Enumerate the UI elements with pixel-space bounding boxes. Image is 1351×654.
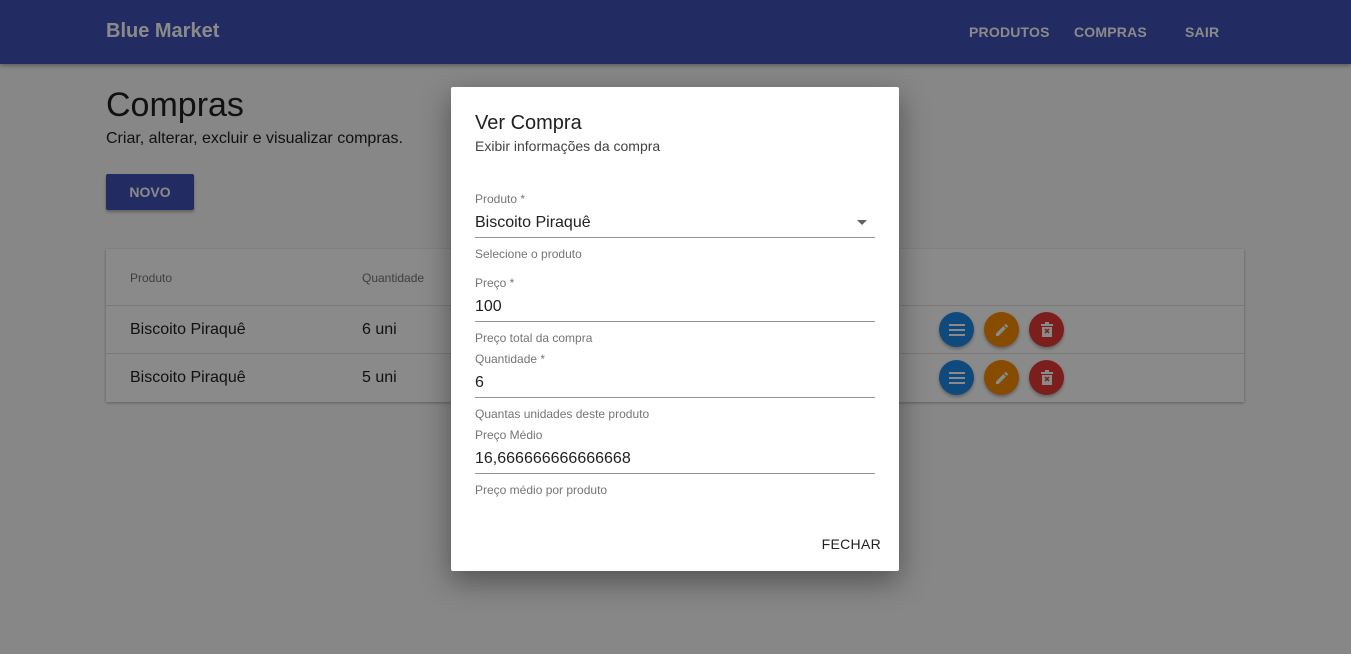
chevron-down-icon[interactable] [857, 220, 867, 225]
produto-label: Produto * [475, 192, 526, 206]
preco-field[interactable]: 100 [475, 298, 875, 316]
preco-medio-label: Preço Médio [475, 428, 543, 442]
dialog-subtitle: Exibir informações da compra [475, 138, 661, 154]
view-purchase-dialog: Ver Compra Exibir informações da compra … [451, 87, 899, 571]
preco-help: Preço total da compra [475, 331, 593, 345]
dialog-title: Ver Compra [475, 112, 582, 134]
produto-help: Selecione o produto [475, 247, 582, 261]
preco-medio-underline [475, 473, 875, 474]
quantidade-field[interactable]: 6 [475, 374, 875, 392]
produto-underline [475, 237, 875, 238]
quantidade-help: Quantas unidades deste produto [475, 407, 650, 421]
preco-underline [475, 321, 875, 322]
preco-medio-field[interactable]: 16,666666666666668 [475, 450, 875, 468]
quantidade-underline [475, 397, 875, 398]
preco-label: Preço * [475, 276, 515, 290]
produto-select[interactable]: Biscoito Piraquê [475, 214, 875, 232]
preco-medio-help: Preço médio por produto [475, 483, 608, 497]
close-button[interactable]: FECHAR [813, 533, 881, 555]
quantidade-label: Quantidade * [475, 352, 546, 366]
